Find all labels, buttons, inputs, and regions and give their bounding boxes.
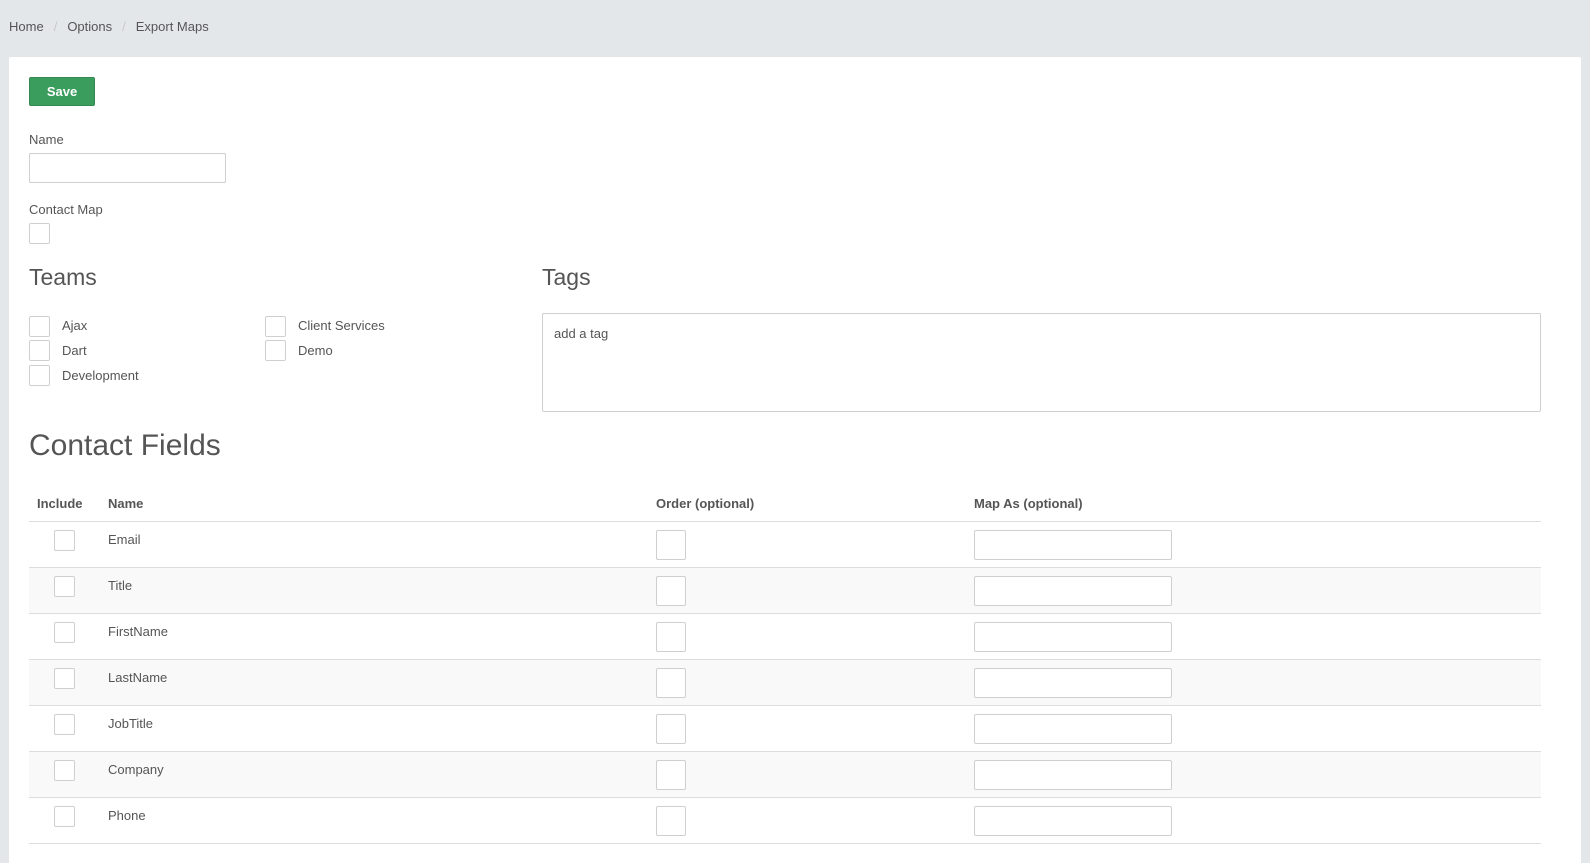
field-name: Title bbox=[108, 577, 133, 593]
table-row: Email bbox=[29, 521, 1541, 568]
include-checkbox[interactable] bbox=[54, 621, 75, 643]
map-as-input[interactable] bbox=[974, 529, 1172, 560]
name-input[interactable] bbox=[29, 153, 226, 183]
team-label-ajax: Ajax bbox=[62, 318, 88, 333]
team-label-client-services: Client Services bbox=[298, 318, 385, 333]
order-input[interactable] bbox=[656, 575, 686, 606]
name-label: Name bbox=[29, 132, 64, 147]
breadcrumb-separator: / bbox=[53, 19, 58, 34]
table-header-row: Include Name Order (optional) Map As (op… bbox=[29, 487, 1541, 522]
tag-input[interactable] bbox=[554, 326, 854, 341]
order-input[interactable] bbox=[656, 621, 686, 652]
contact-fields-table: Include Name Order (optional) Map As (op… bbox=[29, 487, 1541, 844]
table-row: Phone bbox=[29, 797, 1541, 844]
column-header-include: Include bbox=[29, 487, 108, 522]
contact-map-label: Contact Map bbox=[29, 202, 103, 217]
map-as-input[interactable] bbox=[974, 621, 1172, 652]
table-row: Title bbox=[29, 567, 1541, 614]
team-checkbox-development[interactable] bbox=[29, 365, 50, 386]
include-checkbox[interactable] bbox=[54, 529, 75, 551]
include-checkbox[interactable] bbox=[54, 805, 75, 827]
order-input[interactable] bbox=[656, 529, 686, 560]
teams-heading: Teams bbox=[29, 264, 97, 290]
team-checkbox-demo[interactable] bbox=[265, 340, 286, 361]
field-name: Phone bbox=[108, 807, 146, 823]
field-name: Company bbox=[108, 761, 164, 777]
breadcrumb-options-link[interactable]: Options bbox=[67, 19, 112, 34]
include-checkbox[interactable] bbox=[54, 575, 75, 597]
tags-field[interactable] bbox=[542, 313, 1541, 412]
map-as-input[interactable] bbox=[974, 575, 1172, 606]
field-name: Email bbox=[108, 531, 141, 547]
team-checkbox-ajax[interactable] bbox=[29, 316, 50, 337]
table-row: JobTitle bbox=[29, 705, 1541, 752]
order-input[interactable] bbox=[656, 713, 686, 744]
contact-fields-heading: Contact Fields bbox=[29, 429, 221, 462]
map-as-input[interactable] bbox=[974, 805, 1172, 836]
table-row: FirstName bbox=[29, 613, 1541, 660]
field-name: JobTitle bbox=[108, 715, 154, 731]
map-as-input[interactable] bbox=[974, 759, 1172, 790]
field-name: LastName bbox=[108, 669, 168, 685]
column-header-map-as: Map As (optional) bbox=[974, 487, 1541, 522]
team-label-development: Development bbox=[62, 368, 139, 383]
export-map-panel: Save Name Contact Map Teams Ajax Client … bbox=[9, 57, 1581, 863]
breadcrumb-separator: / bbox=[122, 19, 126, 34]
table-row: LastName bbox=[29, 659, 1541, 706]
column-header-name: Name bbox=[108, 487, 656, 522]
include-checkbox[interactable] bbox=[54, 713, 75, 735]
team-checkbox-dart[interactable] bbox=[29, 340, 50, 361]
include-checkbox[interactable] bbox=[54, 759, 75, 781]
team-label-dart: Dart bbox=[62, 343, 87, 358]
table-row: Company bbox=[29, 751, 1541, 798]
field-name: FirstName bbox=[108, 623, 168, 639]
map-as-input[interactable] bbox=[974, 713, 1172, 744]
column-header-order: Order (optional) bbox=[656, 487, 974, 522]
map-as-input[interactable] bbox=[974, 667, 1172, 698]
order-input[interactable] bbox=[656, 667, 686, 698]
order-input[interactable] bbox=[656, 759, 686, 790]
contact-map-checkbox[interactable] bbox=[29, 223, 50, 244]
breadcrumb-home-link[interactable]: Home bbox=[9, 19, 44, 34]
save-button[interactable]: Save bbox=[29, 77, 95, 106]
include-checkbox[interactable] bbox=[54, 667, 75, 689]
breadcrumb-current: Export Maps bbox=[135, 19, 209, 34]
order-input[interactable] bbox=[656, 805, 686, 836]
breadcrumb: Home / Options / Export Maps bbox=[9, 19, 209, 34]
tags-heading: Tags bbox=[542, 264, 591, 290]
team-label-demo: Demo bbox=[298, 343, 333, 358]
team-checkbox-client-services[interactable] bbox=[265, 316, 286, 337]
